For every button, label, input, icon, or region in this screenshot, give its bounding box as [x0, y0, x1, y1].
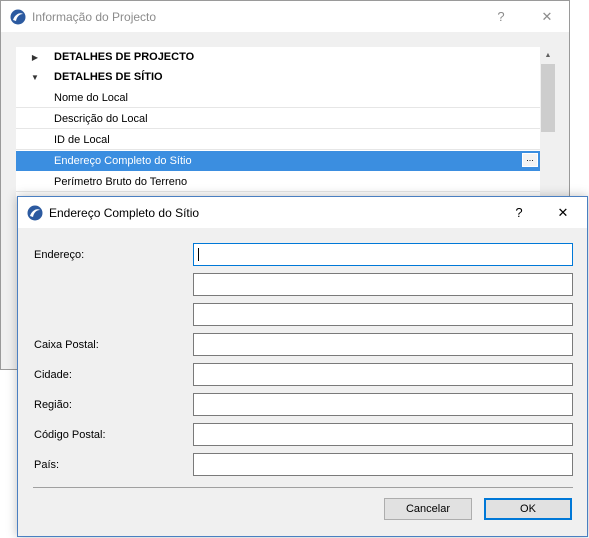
tree-item-site-name[interactable]: Nome do Local [16, 88, 540, 108]
dialog-divider [33, 487, 573, 488]
cancel-button[interactable]: Cancelar [384, 498, 472, 520]
address-line-1-input[interactable] [193, 243, 573, 266]
tree-group-site-details[interactable]: ▼ DETALHES DE SÍTIO [16, 67, 540, 87]
tree-item-gross-site-perimeter[interactable]: Perímetro Bruto do Terreno [16, 172, 540, 192]
project-info-title: Informação do Projecto [32, 9, 157, 24]
address-label: Endereço: [34, 249, 85, 261]
dialog-titlebar: Endereço Completo do Sítio ? ✕ [18, 197, 587, 228]
country-label: País: [34, 459, 60, 471]
tree-item-label: Nome do Local [54, 91, 128, 104]
postal-code-input[interactable] [193, 423, 573, 446]
tree-item-site-description[interactable]: Descrição do Local [16, 109, 540, 129]
site-address-dialog: Endereço Completo do Sítio ? ✕ Endereço:… [17, 196, 588, 537]
postal-code-label: Código Postal: [34, 429, 106, 441]
address-line-2-input[interactable] [193, 273, 573, 296]
po-box-label: Caixa Postal: [34, 339, 99, 351]
address-line-3-input[interactable] [193, 303, 573, 326]
country-input[interactable] [193, 453, 573, 476]
app-logo-icon [27, 205, 43, 221]
app-logo-icon [10, 9, 26, 25]
city-label: Cidade: [34, 369, 72, 381]
ellipsis-button[interactable]: ... [522, 153, 538, 167]
scroll-up-arrow-icon[interactable]: ▲ [540, 47, 556, 63]
po-box-input[interactable] [193, 333, 573, 356]
tree-group-label: DETALHES DE SÍTIO [54, 71, 163, 83]
dialog-help-button[interactable]: ? [497, 197, 541, 228]
region-input[interactable] [193, 393, 573, 416]
project-info-tree[interactable]: ▶ DETALHES DE PROJECTO ▼ DETALHES DE SÍT… [16, 47, 556, 197]
tree-scrollbar[interactable]: ▲ [540, 47, 556, 197]
triangle-right-icon[interactable]: ▶ [30, 47, 40, 67]
scrollbar-thumb[interactable] [541, 64, 555, 132]
tree-item-full-site-address[interactable]: Endereço Completo do Sítio ... [16, 151, 540, 171]
ok-button[interactable]: OK [484, 498, 572, 520]
tree-group-project-details[interactable]: ▶ DETALHES DE PROJECTO [16, 47, 540, 67]
tree-item-label: Perímetro Bruto do Terreno [54, 175, 188, 188]
tree-item-label: Descrição do Local [54, 112, 148, 125]
region-label: Região: [34, 399, 72, 411]
help-button[interactable]: ? [479, 1, 523, 32]
dialog-close-button[interactable]: ✕ [541, 197, 585, 228]
tree-group-label: DETALHES DE PROJECTO [54, 51, 195, 63]
tree-item-label: Endereço Completo do Sítio [54, 155, 192, 167]
triangle-down-icon[interactable]: ▼ [30, 67, 40, 87]
text-caret [198, 248, 199, 261]
tree-item-site-id[interactable]: ID de Local [16, 130, 540, 150]
city-input[interactable] [193, 363, 573, 386]
tree-item-label: ID de Local [54, 133, 110, 146]
project-info-titlebar: Informação do Projecto ? ✕ [1, 1, 569, 32]
dialog-title: Endereço Completo do Sítio [49, 205, 200, 220]
close-button[interactable]: ✕ [525, 1, 569, 32]
